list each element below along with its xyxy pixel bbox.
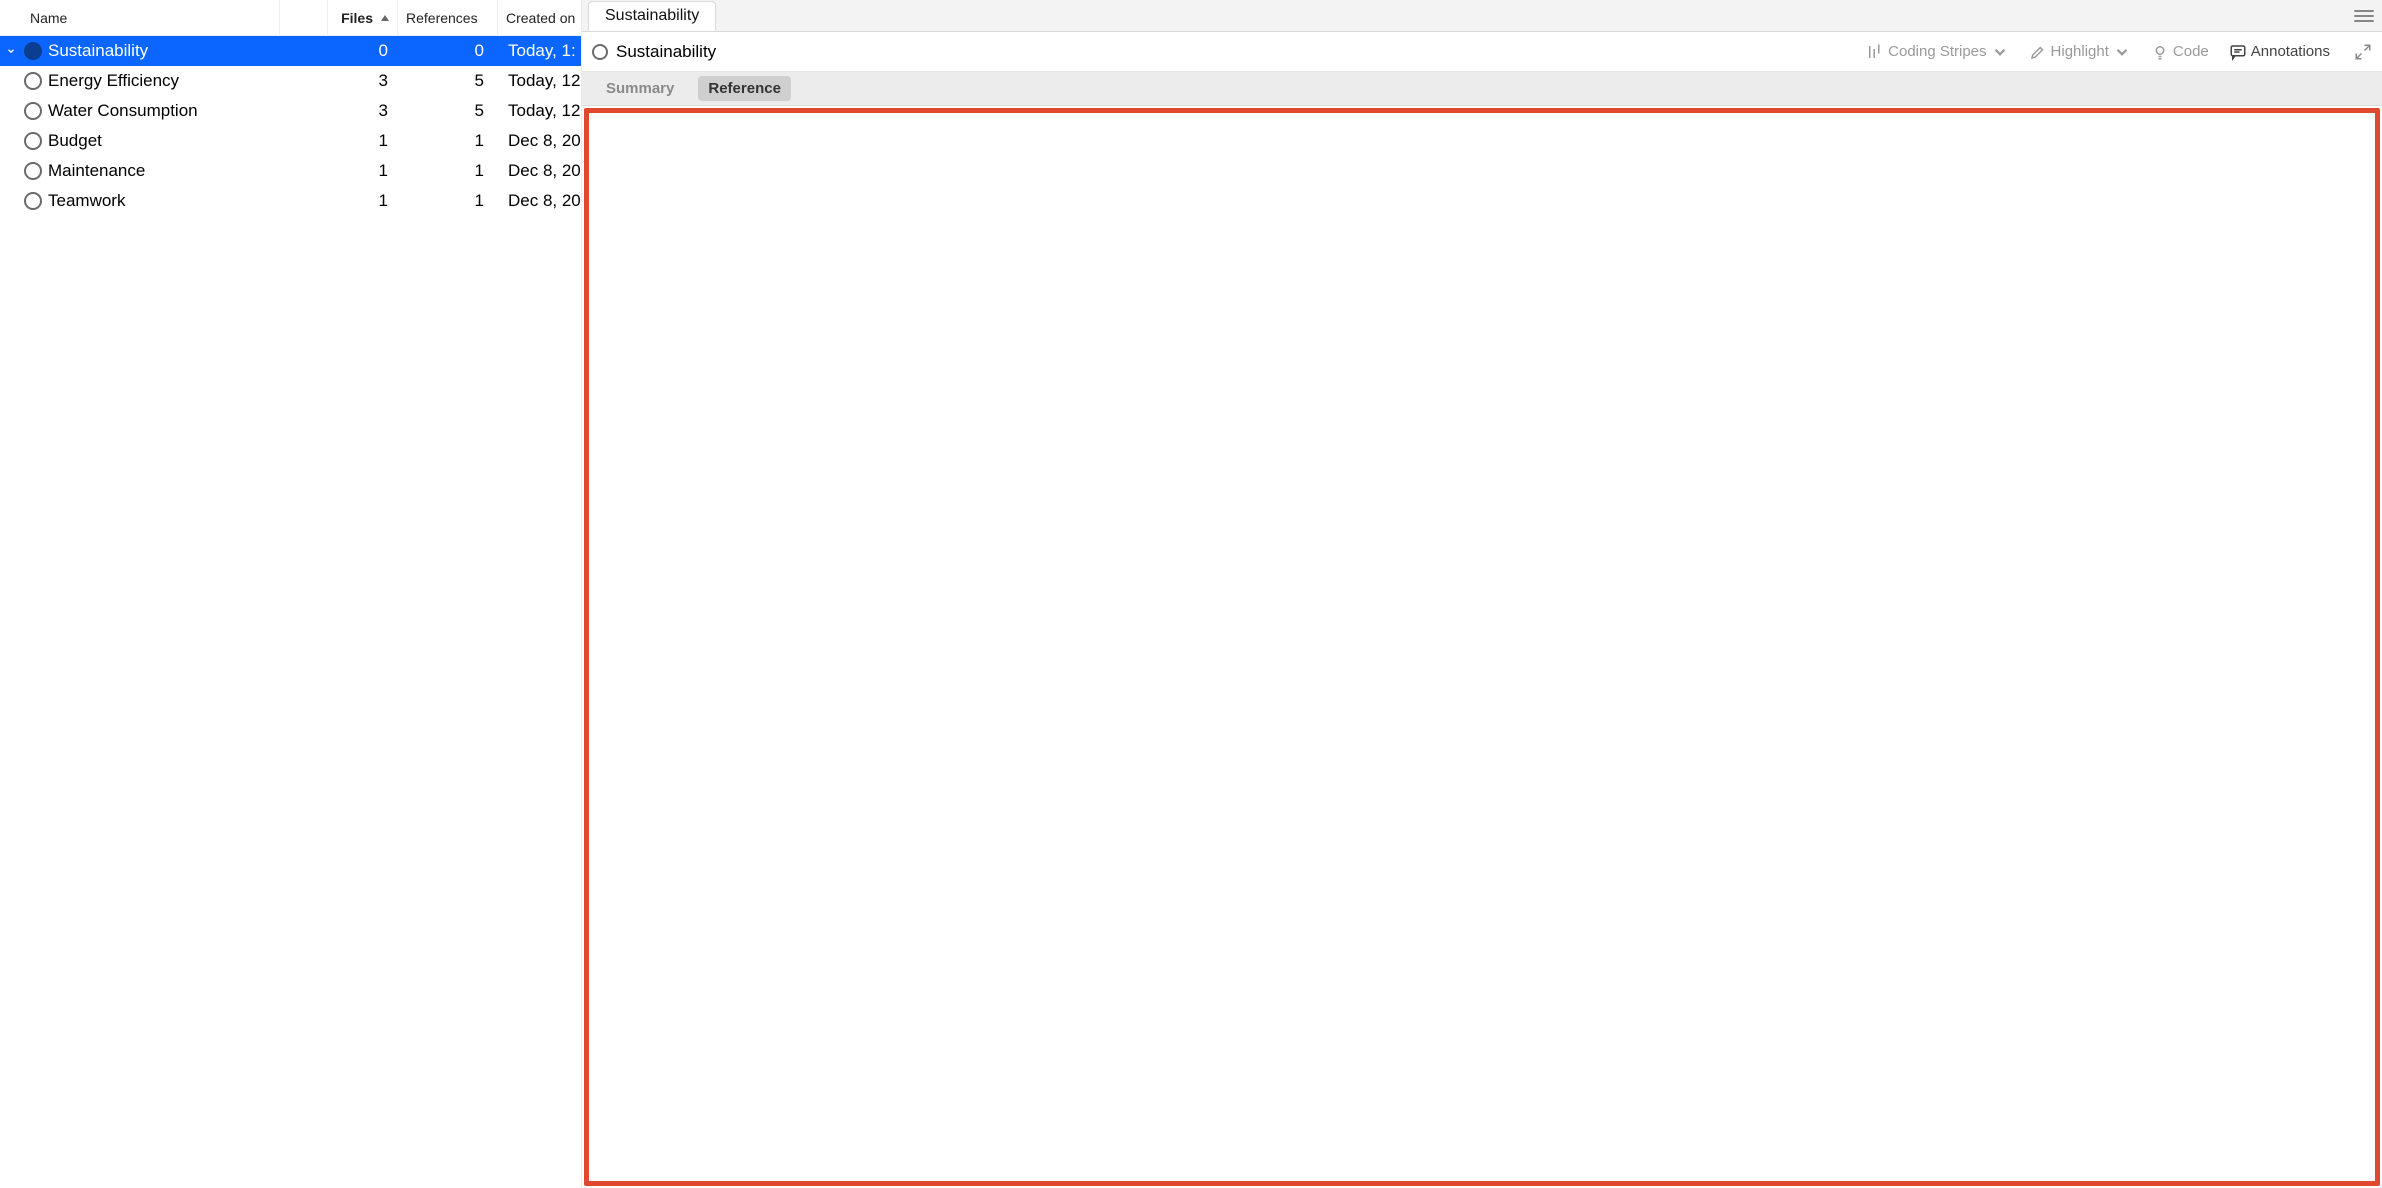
- coding-stripes-icon: [1866, 43, 1884, 61]
- col-created[interactable]: Created on: [498, 0, 583, 35]
- code-label: Code: [2173, 43, 2209, 60]
- col-files[interactable]: Files: [328, 0, 398, 35]
- tree-row-name-cell: Sustainability: [0, 41, 280, 61]
- annotations-label: Annotations: [2251, 43, 2330, 60]
- document-tab[interactable]: Sustainability: [588, 1, 716, 31]
- tree-row-label: Sustainability: [48, 41, 148, 61]
- tree-row-created: Dec 8, 20: [498, 161, 581, 181]
- tree-row-references: 5: [398, 101, 498, 121]
- content-highlight-box: [584, 108, 2380, 1186]
- detail-content: [582, 106, 2382, 1188]
- tree-row-files: 0: [328, 41, 398, 61]
- tree-row-references: 1: [398, 161, 498, 181]
- chevron-down-icon: [1991, 43, 2009, 61]
- tree-row-created: Dec 8, 20: [498, 131, 581, 151]
- tree-row[interactable]: Maintenance11Dec 8, 20: [0, 156, 581, 186]
- tab-summary[interactable]: Summary: [596, 76, 684, 101]
- tree-row-references: 1: [398, 131, 498, 151]
- tree-row-name-cell: Teamwork: [0, 191, 280, 211]
- code-button[interactable]: Code: [2145, 43, 2215, 61]
- chevron-down-icon[interactable]: [4, 44, 18, 58]
- lightbulb-icon: [2151, 43, 2169, 61]
- tree-row[interactable]: Water Consumption 35Today, 12: [0, 96, 581, 126]
- node-icon: [592, 44, 608, 60]
- tree-header: Name Files References Created on: [0, 0, 581, 36]
- tree-row-label: Teamwork: [48, 191, 125, 211]
- tree-row-files: 1: [328, 161, 398, 181]
- tree-row[interactable]: Budget11Dec 8, 20: [0, 126, 581, 156]
- detail-title: Sustainability: [616, 42, 716, 62]
- tree-row-name-cell: Energy Efficiency: [0, 71, 280, 91]
- hamburger-icon[interactable]: [2354, 6, 2374, 26]
- node-icon: [24, 42, 42, 60]
- col-name[interactable]: Name: [0, 0, 280, 35]
- node-icon: [24, 162, 42, 180]
- tree-row-created: Today, 12: [498, 71, 581, 91]
- tree-row-created: Dec 8, 20: [498, 191, 581, 211]
- tree-row-files: 3: [328, 71, 398, 91]
- annotations-icon: [2229, 43, 2247, 61]
- tree-row-name-cell: Maintenance: [0, 161, 280, 181]
- chevron-down-icon: [2113, 43, 2131, 61]
- tree-row-created: Today, 1:: [498, 41, 581, 61]
- col-references[interactable]: References: [398, 0, 498, 35]
- tree-row-files: 1: [328, 191, 398, 211]
- tree-row-label: Maintenance: [48, 161, 145, 181]
- node-icon: [24, 132, 42, 150]
- tree-body: Sustainability00Today, 1:Energy Efficien…: [0, 36, 581, 1188]
- tree-row-references: 0: [398, 41, 498, 61]
- sort-asc-icon: [381, 15, 389, 21]
- app-root: Name Files References Created on Sustain…: [0, 0, 2382, 1188]
- tree-row-label: Energy Efficiency: [48, 71, 179, 91]
- tree-row[interactable]: Energy Efficiency 35Today, 12: [0, 66, 581, 96]
- detail-title-bar: Sustainability Coding Stripes Highlight …: [582, 32, 2382, 72]
- coding-stripes-button[interactable]: Coding Stripes: [1860, 43, 2014, 61]
- node-icon: [24, 72, 42, 90]
- tree-row-references: 5: [398, 71, 498, 91]
- document-tab-bar: Sustainability: [582, 0, 2382, 32]
- col-files-label: Files: [341, 10, 373, 26]
- document-tab-label: Sustainability: [605, 7, 699, 25]
- tree-row[interactable]: Teamwork11Dec 8, 20: [0, 186, 581, 216]
- tree-row[interactable]: Sustainability00Today, 1:: [0, 36, 581, 66]
- tree-row-label: Water Consumption: [48, 101, 198, 121]
- highlight-icon: [2029, 43, 2047, 61]
- detail-subtabs: Summary Reference: [582, 72, 2382, 106]
- node-icon: [24, 192, 42, 210]
- tree-row-files: 1: [328, 131, 398, 151]
- annotations-button[interactable]: Annotations: [2223, 43, 2336, 61]
- highlight-label: Highlight: [2051, 43, 2109, 60]
- coding-stripes-label: Coding Stripes: [1888, 43, 1986, 60]
- tab-reference[interactable]: Reference: [698, 76, 791, 101]
- node-icon: [24, 102, 42, 120]
- detail-panel: Sustainability Sustainability Coding Str…: [582, 0, 2382, 1188]
- tree-row-label: Budget: [48, 131, 102, 151]
- tree-row-created: Today, 12: [498, 101, 581, 121]
- tree-row-references: 1: [398, 191, 498, 211]
- expand-icon[interactable]: [2354, 43, 2372, 61]
- highlight-button[interactable]: Highlight: [2023, 43, 2137, 61]
- tree-row-name-cell: Water Consumption: [0, 101, 280, 121]
- tree-row-name-cell: Budget: [0, 131, 280, 151]
- col-blank: [280, 0, 328, 35]
- codes-tree-panel: Name Files References Created on Sustain…: [0, 0, 582, 1188]
- tree-row-files: 3: [328, 101, 398, 121]
